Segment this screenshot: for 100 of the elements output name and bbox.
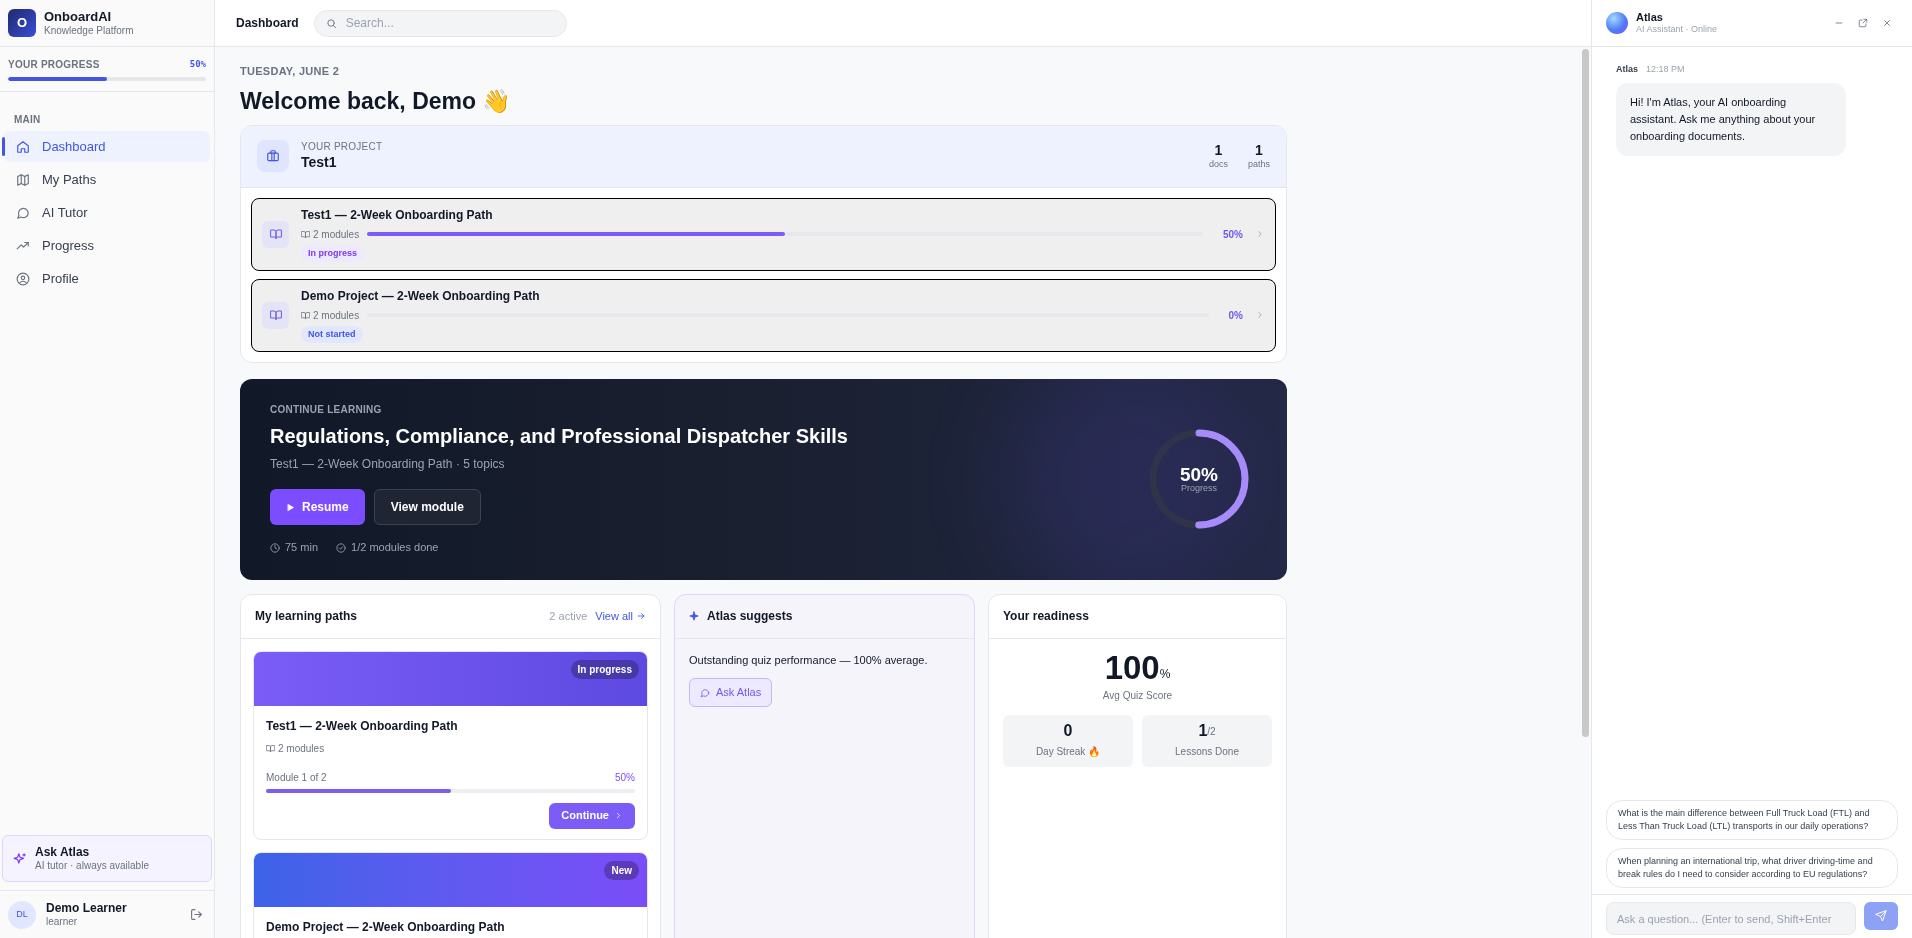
map-icon <box>16 172 30 187</box>
meta-text: 1/2 modules done <box>351 540 439 556</box>
search-field[interactable]: Search... <box>313 9 567 37</box>
send-button[interactable] <box>1864 902 1898 930</box>
card-title: My learning paths <box>255 608 359 625</box>
stat-label: docs <box>1208 159 1228 171</box>
path-row[interactable]: Test1 — 2-Week Onboarding Path 2 modules In progress 50% <box>251 197 1276 271</box>
nav-item[interactable]: Profile <box>4 263 210 294</box>
card-title: Your readiness <box>1003 608 1089 625</box>
score-unit: % <box>1159 666 1171 683</box>
clock-icon <box>270 542 280 553</box>
stat-label: paths <box>1247 159 1270 171</box>
ask-atlas-button[interactable]: Ask Atlas AI tutor · always available <box>2 835 212 882</box>
resume-button[interactable]: Resume <box>270 489 365 526</box>
app-logo: O <box>8 9 36 37</box>
progress-reading: 50% <box>615 770 635 785</box>
progress-label: YOUR PROGRESS <box>8 58 100 72</box>
nav-item[interactable]: My Paths <box>4 164 210 195</box>
nav-item[interactable]: Progress <box>4 230 210 261</box>
path-title: Demo Project — 2-Week Onboarding Path <box>266 918 506 936</box>
send-icon <box>1875 910 1887 922</box>
ring-reading: 50% <box>1180 465 1218 484</box>
project-label: YOUR PROJECT <box>301 141 384 154</box>
book-icon <box>266 743 275 753</box>
user-role: learner <box>46 915 79 929</box>
assistant-avatar <box>1606 12 1628 34</box>
chevron-right-icon <box>1255 310 1265 320</box>
eyebrow-label: CONTINUE LEARNING <box>270 403 383 418</box>
nav-item[interactable]: Dashboard <box>4 131 210 162</box>
score-value: 100 <box>1104 650 1160 684</box>
status-badge: New <box>604 860 639 880</box>
arrow-right-icon <box>636 611 646 621</box>
progress-reading: 50% <box>1223 227 1243 242</box>
suggestion-text: Outstanding quiz performance — 100% average. <box>689 652 929 668</box>
stat-value: 1 <box>1198 722 1208 739</box>
page-title: Dashboard <box>236 15 299 32</box>
home-icon <box>16 139 30 154</box>
book-icon <box>301 310 310 320</box>
chevron-right-icon <box>614 811 623 820</box>
meta-text: 75 min <box>285 540 319 556</box>
briefcase-icon <box>257 140 289 172</box>
stat-value: 1 <box>1214 141 1223 160</box>
date-label: TUESDAY, JUNE 2 <box>240 64 341 79</box>
modules-count: 2 modules <box>313 308 360 323</box>
active-count: 2 active <box>549 608 588 624</box>
module-progress-label: Module 1 of 2 <box>266 770 327 785</box>
module-title: Regulations, Compliance, and Professional Dispatcher Skills <box>270 424 849 450</box>
progress-reading: 0% <box>1228 308 1243 323</box>
user-circle-icon <box>16 271 30 286</box>
ring-label: Progress <box>1181 484 1217 493</box>
module-subtitle: Test1 — 2-Week Onboarding Path · 5 topics <box>270 456 506 474</box>
assistant-status: AI Assistant · Online <box>1636 24 1719 36</box>
stat-label: Day Streak 🔥 <box>1035 744 1101 759</box>
question-field[interactable]: Ask a question... (Enter to send, Shift+Enter <box>1606 902 1856 935</box>
view-all-link[interactable]: View all <box>595 607 646 625</box>
suggestion-chip[interactable]: What is the main difference between Full Truck Load (FTL) and Less Than Truck Load (LTL) transports in our daily operations? <box>1606 800 1898 840</box>
chat-message: Hi! I'm Atlas, your AI onboarding assistant. Ask me anything about your onboarding documents. <box>1616 82 1846 156</box>
external-link-icon <box>1858 18 1868 28</box>
status-badge: In progress <box>570 659 639 679</box>
user-name: Demo Learner <box>46 900 128 916</box>
ask-atlas-button[interactable]: Ask Atlas <box>689 678 773 707</box>
card-title: Atlas suggests <box>707 608 793 625</box>
message-sender: Atlas <box>1616 63 1638 76</box>
score-label: Avg Quiz Score <box>1102 688 1173 703</box>
message-time: 12:18 PM <box>1646 63 1685 76</box>
stat-label: Lessons Done <box>1175 744 1239 759</box>
app-name: OnboardAI <box>44 8 113 25</box>
sparkle-icon <box>13 851 27 866</box>
section-label: MAIN <box>13 113 42 127</box>
status-badge: Not started <box>301 325 363 344</box>
stat-value: 0 <box>1063 722 1073 739</box>
chevron-right-icon <box>1255 229 1265 239</box>
stat-suffix: /2 <box>1207 725 1216 739</box>
view-module-button[interactable]: View module <box>373 489 481 526</box>
path-title: Demo Project — 2-Week Onboarding Path <box>301 287 541 305</box>
user-avatar: DL <box>8 900 36 929</box>
book-icon <box>262 301 289 329</box>
check-circle-icon <box>336 542 347 553</box>
play-icon <box>286 502 295 512</box>
app-tagline: Knowledge Platform <box>44 24 134 38</box>
logout-icon <box>189 908 203 921</box>
assistant-name: Atlas <box>1636 10 1664 25</box>
modules-count: 2 modules <box>313 227 360 242</box>
chat-bubble-icon <box>16 205 30 220</box>
project-name: Test1 <box>301 153 338 171</box>
suggestion-chip[interactable]: When planning an international trip, what driver driving-time and break rules do I need to consider according to EU regulations? <box>1606 848 1898 888</box>
path-row[interactable]: Demo Project — 2-Week Onboarding Path 2 modules Not started 0% <box>251 278 1276 352</box>
nav-item[interactable]: AI Tutor <box>4 197 210 228</box>
welcome-heading: Welcome back, Demo 👋 <box>240 86 513 116</box>
path-title: Test1 — 2-Week Onboarding Path <box>301 206 494 224</box>
sparkle-icon <box>689 611 699 621</box>
modules-count: 2 modules <box>278 741 325 756</box>
continue-button[interactable]: Continue <box>549 802 635 829</box>
progress-reading: 50% <box>189 57 206 71</box>
status-badge: In progress <box>301 244 364 263</box>
book-icon <box>262 220 289 248</box>
chat-bubble-icon <box>700 687 710 698</box>
book-icon <box>301 229 310 239</box>
scrollbar-thumb[interactable] <box>1582 49 1589 737</box>
stat-value: 1 <box>1255 141 1263 160</box>
